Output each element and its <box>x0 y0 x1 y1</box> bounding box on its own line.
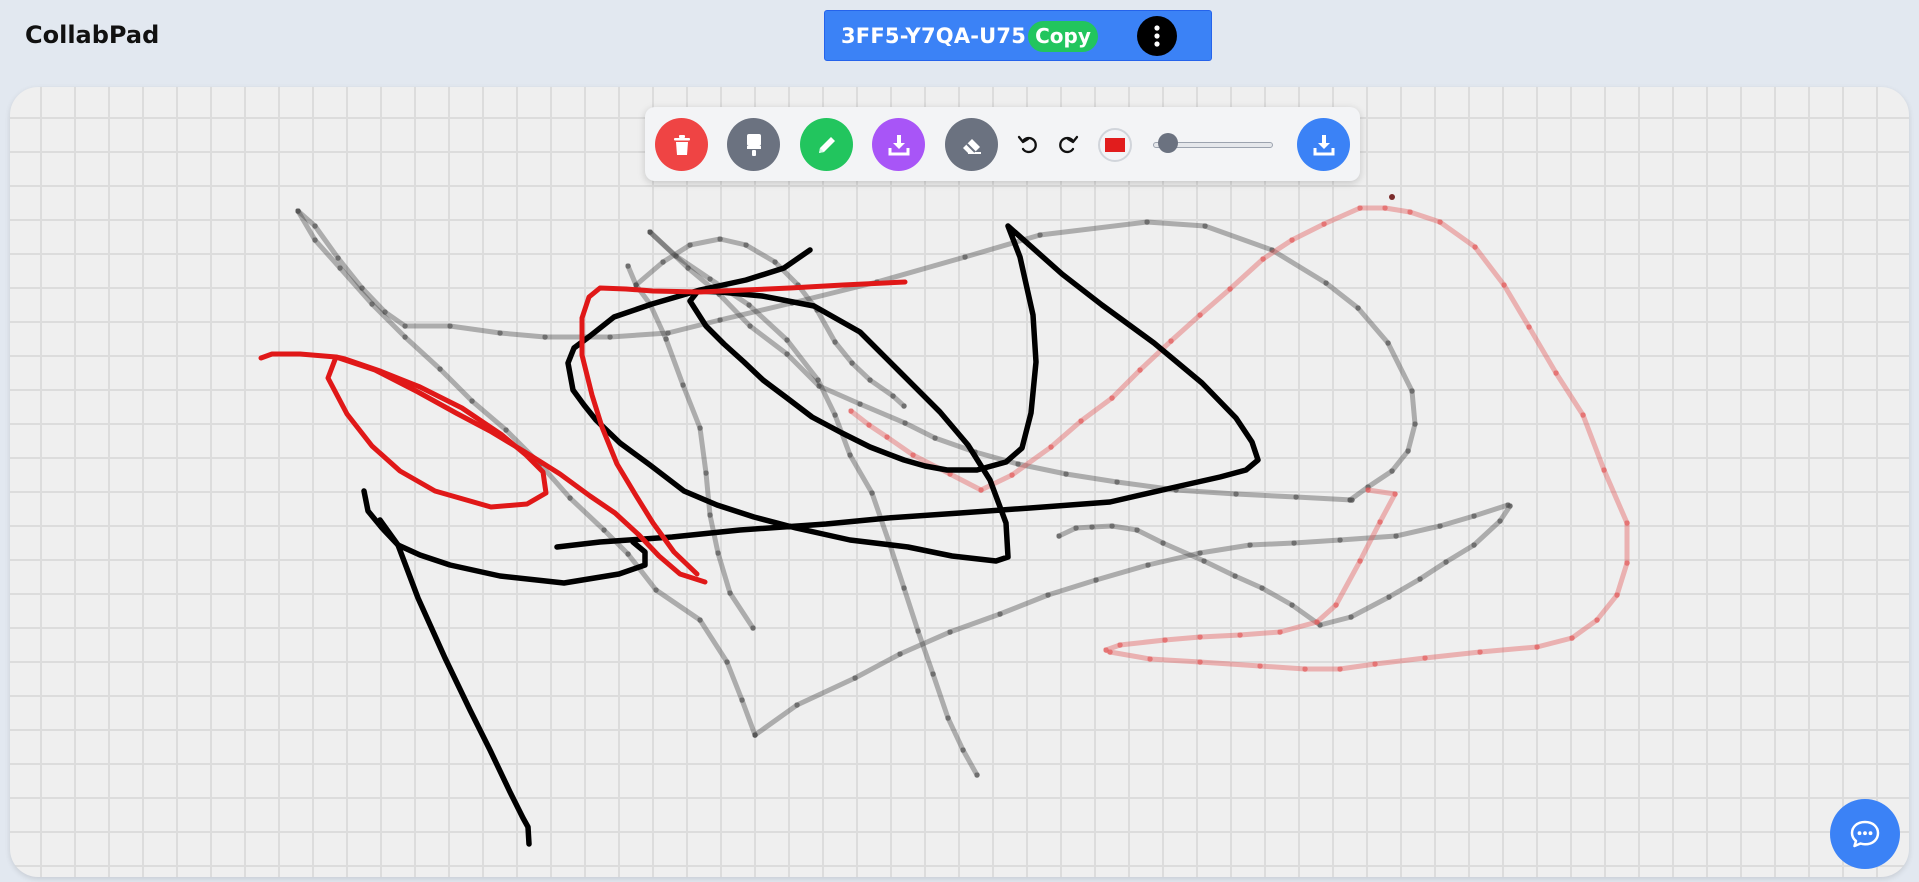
ink-dot <box>1389 194 1395 200</box>
brush-size-thumb[interactable] <box>1158 133 1178 153</box>
translucent-red-stroke <box>848 205 1630 672</box>
save-drawing-button[interactable] <box>872 118 925 171</box>
more-options-button[interactable] <box>1137 16 1177 56</box>
chat-icon <box>1850 820 1880 848</box>
room-code-box: 3FF5-Y7QA-U75 Copy <box>824 10 1212 61</box>
eraser-icon <box>962 138 981 154</box>
drawing-canvas[interactable] <box>10 87 1909 877</box>
redo-button[interactable] <box>1053 129 1083 159</box>
current-color-swatch <box>1105 138 1125 152</box>
top-bar: CollabPad 3FF5-Y7QA-U75 Copy <box>0 0 1919 71</box>
color-picker[interactable] <box>1098 128 1132 162</box>
gray-strokes <box>295 208 1513 778</box>
room-code: 3FF5-Y7QA-U75 <box>841 24 1027 48</box>
redo-icon <box>1059 135 1079 154</box>
drawing-strokes <box>258 194 1630 847</box>
more-vertical-icon <box>1154 25 1160 47</box>
black-strokes <box>361 223 1261 847</box>
drawing-toolbar <box>645 107 1360 181</box>
copy-button[interactable]: Copy <box>1028 21 1098 52</box>
download-button[interactable] <box>1297 118 1350 171</box>
chat-button[interactable] <box>1830 799 1900 869</box>
app-title: CollabPad <box>25 21 160 49</box>
eraser-tool-button[interactable] <box>945 118 998 171</box>
pencil-icon <box>818 136 835 153</box>
save-icon <box>888 134 909 155</box>
undo-icon <box>1017 135 1037 154</box>
brush-icon <box>746 133 761 156</box>
clear-canvas-button[interactable] <box>655 118 708 171</box>
trash-icon <box>673 134 690 155</box>
undo-button[interactable] <box>1013 129 1043 159</box>
pencil-tool-button[interactable] <box>800 118 853 171</box>
red-strokes <box>258 279 908 585</box>
download-icon <box>1313 134 1334 155</box>
brush-tool-button[interactable] <box>727 118 780 171</box>
